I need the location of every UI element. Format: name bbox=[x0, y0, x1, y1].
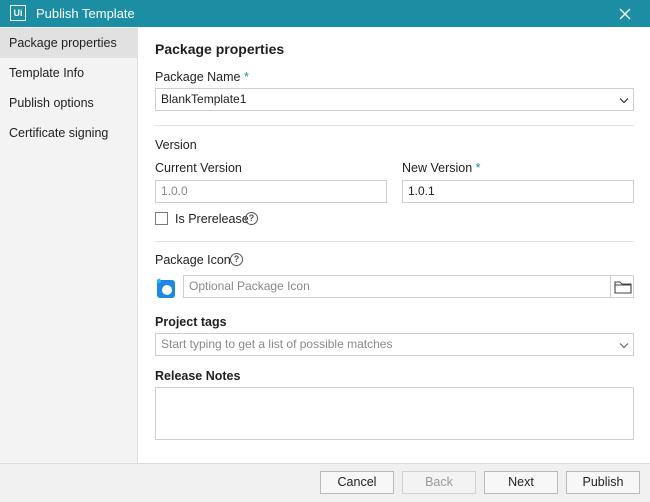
version-label: Version bbox=[155, 138, 197, 152]
package-name-value: BlankTemplate1 bbox=[161, 92, 247, 106]
current-version-label: Current Version bbox=[155, 161, 242, 175]
divider bbox=[155, 125, 634, 126]
sidebar-item-publish-options[interactable]: Publish options bbox=[0, 88, 138, 118]
help-icon[interactable]: ? bbox=[245, 212, 258, 225]
package-name-dropdown[interactable]: BlankTemplate1 bbox=[155, 88, 634, 111]
new-version-label-text: New Version bbox=[402, 161, 473, 175]
is-prerelease-label: Is Prerelease bbox=[175, 212, 249, 226]
sidebar-item-template-info[interactable]: Template Info bbox=[0, 58, 138, 88]
next-button[interactable]: Next bbox=[484, 471, 558, 494]
project-tags-placeholder: Start typing to get a list of possible m… bbox=[161, 337, 393, 351]
current-version-field: 1.0.0 bbox=[155, 180, 387, 203]
sidebar-item-certificate-signing[interactable]: Certificate signing bbox=[0, 118, 138, 148]
new-version-input[interactable]: 1.0.1 bbox=[402, 180, 634, 203]
divider bbox=[155, 241, 634, 242]
is-prerelease-checkbox[interactable] bbox=[155, 212, 168, 225]
package-icon-placeholder: Optional Package Icon bbox=[189, 279, 310, 293]
section-title: Package properties bbox=[155, 41, 285, 57]
publish-button[interactable]: Publish bbox=[566, 471, 640, 494]
required-mark: * bbox=[243, 70, 249, 84]
release-notes-label: Release Notes bbox=[155, 369, 241, 383]
window-title: Publish Template bbox=[36, 6, 135, 21]
cancel-button[interactable]: Cancel bbox=[320, 471, 394, 494]
help-icon[interactable]: ? bbox=[230, 253, 243, 266]
required-mark: * bbox=[475, 161, 481, 175]
uipath-logo-icon: Ui bbox=[10, 5, 26, 21]
folder-icon bbox=[613, 280, 632, 294]
main-content: Package properties Package Name * BlankT… bbox=[139, 27, 650, 463]
back-button[interactable]: Back bbox=[402, 471, 476, 494]
release-notes-textarea[interactable] bbox=[155, 387, 634, 440]
package-icon-preview-icon bbox=[156, 278, 175, 298]
sidebar-item-package-properties[interactable]: Package properties bbox=[0, 28, 138, 58]
package-name-label: Package Name * bbox=[155, 69, 249, 85]
new-version-label: New Version * bbox=[402, 160, 481, 176]
project-tags-label: Project tags bbox=[155, 315, 227, 329]
package-icon-label: Package Icon bbox=[155, 253, 231, 267]
browse-folder-button[interactable] bbox=[610, 275, 634, 298]
chevron-down-icon bbox=[619, 343, 629, 349]
close-button[interactable] bbox=[612, 3, 638, 25]
sidebar: Package properties Template Info Publish… bbox=[0, 27, 138, 463]
chevron-down-icon bbox=[619, 98, 629, 104]
project-tags-input[interactable]: Start typing to get a list of possible m… bbox=[155, 333, 634, 356]
package-name-label-text: Package Name bbox=[155, 70, 241, 84]
package-icon-input[interactable]: Optional Package Icon bbox=[183, 275, 634, 298]
title-bar: Ui Publish Template bbox=[0, 0, 650, 27]
close-icon bbox=[619, 8, 631, 20]
footer: Cancel Back Next Publish bbox=[0, 463, 650, 502]
